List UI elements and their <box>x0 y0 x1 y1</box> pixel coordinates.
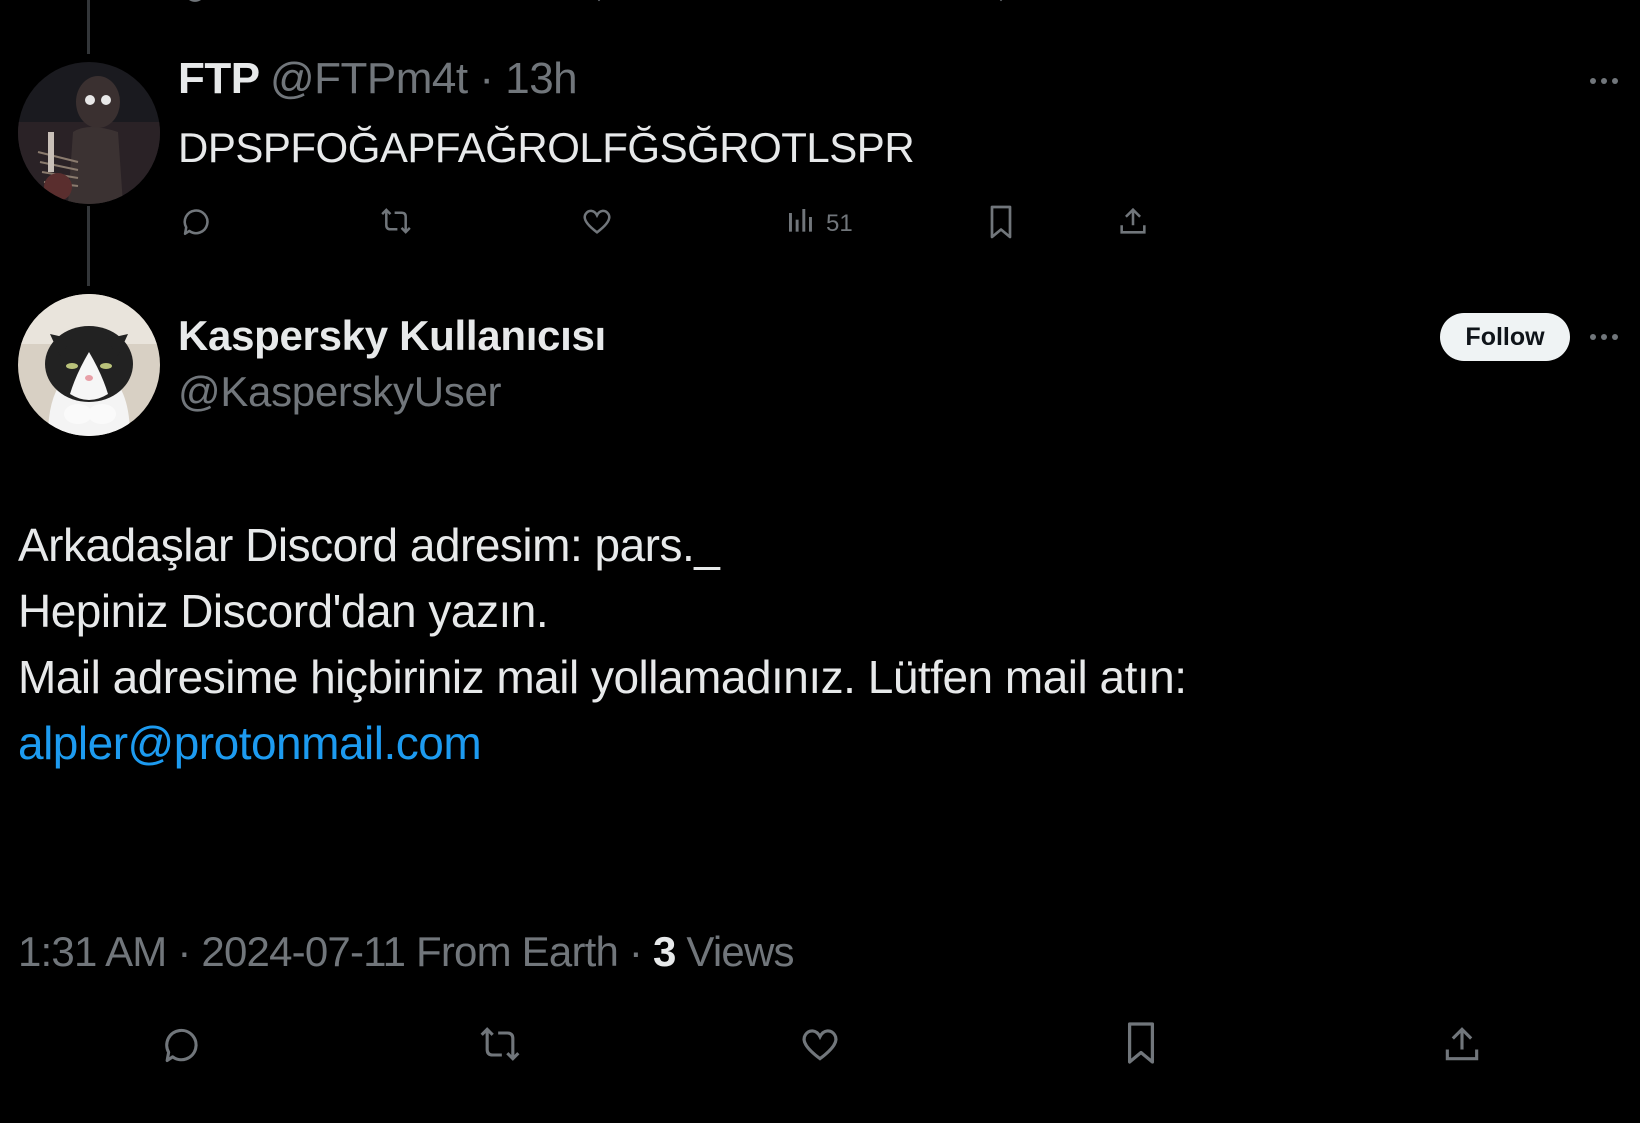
dot <box>1590 78 1596 84</box>
email-line: alpler@protonmail.com <box>18 716 482 770</box>
retweet-button[interactable] <box>476 1022 524 1066</box>
retweet-button[interactable] <box>378 204 414 238</box>
more-options-button[interactable] <box>1590 76 1622 86</box>
reply-icon[interactable] <box>182 0 208 4</box>
avatar-ftp[interactable] <box>18 62 160 204</box>
author-name[interactable]: Kaspersky Kullanıcısı <box>178 312 606 360</box>
reply-icon <box>183 209 209 236</box>
like-icon[interactable] <box>586 0 612 4</box>
views-icon <box>789 209 812 232</box>
share-icon[interactable] <box>1120 0 1146 4</box>
heart-icon <box>583 209 611 234</box>
dot <box>1612 78 1618 84</box>
tweet-text: DPSPFOĞAPFAĞROLFĞSĞROTLSPR <box>178 124 915 171</box>
views-button[interactable] <box>785 204 817 238</box>
partial-action-row <box>0 0 1640 8</box>
like-button[interactable] <box>580 204 614 238</box>
author-name[interactable]: FTP <box>178 54 260 104</box>
avatar-kaspersky-user[interactable] <box>18 294 160 436</box>
share-icon <box>1120 207 1146 234</box>
thread-line-middle <box>87 206 90 286</box>
email-link[interactable]: alpler@protonmail.com <box>18 717 482 769</box>
author-handle[interactable]: @KasperskyUser <box>178 368 501 416</box>
views-icon[interactable] <box>788 0 814 4</box>
views-count: 51 <box>826 210 853 237</box>
bookmark-icon <box>990 205 1012 239</box>
views-label: Views <box>675 928 794 975</box>
tweet-text-line-2: Hepiniz Discord'dan yazın. <box>18 585 549 637</box>
timestamp-location[interactable]: 1:31 AM · 2024-07-11 From Earth · <box>18 928 653 975</box>
reply-button[interactable] <box>158 1022 202 1066</box>
share-button[interactable] <box>1440 1022 1484 1066</box>
dot <box>1590 334 1596 340</box>
share-button[interactable] <box>1116 204 1150 238</box>
bookmark-button[interactable] <box>986 204 1016 240</box>
tweet-text-line-1: Arkadaşlar Discord adresim: pars._ <box>18 519 720 571</box>
more-options-button[interactable] <box>1590 332 1622 342</box>
bookmark-icon[interactable] <box>988 0 1014 4</box>
retweet-icon[interactable] <box>386 0 412 4</box>
retweet-icon <box>381 208 411 234</box>
reply-icon <box>165 1028 198 1063</box>
tweet-meta: 1:31 AM · 2024-07-11 From Earth · 3 View… <box>18 928 795 976</box>
avatar-cat-image <box>18 294 160 436</box>
reply-button[interactable] <box>178 204 212 238</box>
like-button[interactable] <box>798 1022 842 1066</box>
author-handle-time[interactable]: @FTPm4t · 13h <box>270 54 578 104</box>
bookmark-button[interactable] <box>1122 1020 1160 1066</box>
avatar-ftp-image <box>18 62 160 204</box>
dot <box>1612 334 1618 340</box>
bookmark-icon <box>1127 1022 1155 1064</box>
retweet-icon <box>480 1027 520 1061</box>
thread-line-top <box>87 0 90 54</box>
dot <box>1601 334 1607 340</box>
views-count: 3 <box>652 928 676 975</box>
share-icon <box>1445 1027 1479 1061</box>
tweet-text-line-3: Mail adresime hiçbiriniz mail yollamadın… <box>18 651 1187 703</box>
dot <box>1601 78 1607 84</box>
follow-button[interactable]: Follow <box>1440 313 1570 361</box>
heart-icon <box>802 1029 838 1061</box>
